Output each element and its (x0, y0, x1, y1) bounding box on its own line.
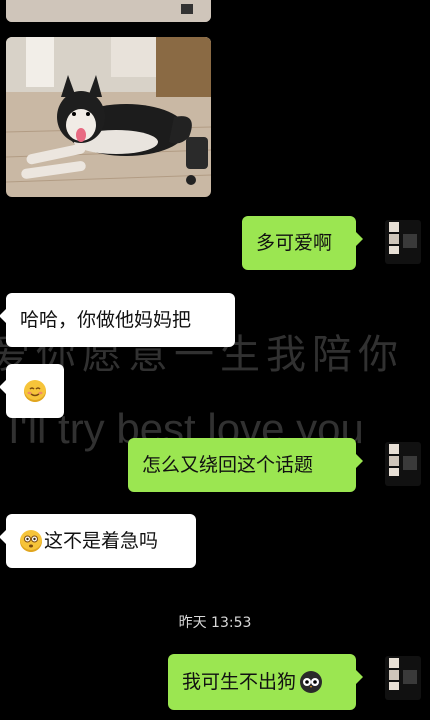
avatar-image (385, 656, 421, 700)
avatar-image (385, 220, 421, 264)
message-text: 多可爱啊 (256, 231, 333, 254)
message-text: 怎么又绕回这个话题 (142, 453, 314, 476)
my-avatar[interactable] (385, 220, 421, 264)
message-text: 我可生不出狗 (182, 670, 297, 693)
sent-message-bubble[interactable]: 我可生不出狗 (168, 654, 363, 710)
owl-face-emoji (300, 671, 323, 693)
received-message-bubble[interactable]: 哈哈，你做他妈妈把 (0, 293, 235, 347)
sent-message-bubble[interactable]: 怎么又绕回这个话题 (128, 438, 363, 492)
avatar-image (385, 442, 421, 486)
received-emoji-bubble[interactable] (0, 364, 64, 418)
my-avatar[interactable] (385, 442, 421, 486)
received-message-bubble[interactable]: 这不是着急吗 (0, 514, 196, 568)
message-timestamp: 昨天 13:53 (178, 615, 252, 631)
flushed-face-emoji (20, 530, 42, 552)
my-avatar[interactable] (385, 656, 421, 700)
dog-photo-message[interactable] (6, 37, 211, 197)
message-text: 哈哈，你做他妈妈把 (20, 308, 192, 331)
photo-thumbnail (6, 0, 211, 22)
sent-message-bubble[interactable]: 多可爱啊 (242, 216, 363, 270)
message-text: 这不是着急吗 (44, 529, 159, 552)
smiling-face-emoji (24, 380, 46, 402)
dog-photo (6, 37, 211, 197)
previous-photo-message[interactable] (6, 0, 211, 22)
